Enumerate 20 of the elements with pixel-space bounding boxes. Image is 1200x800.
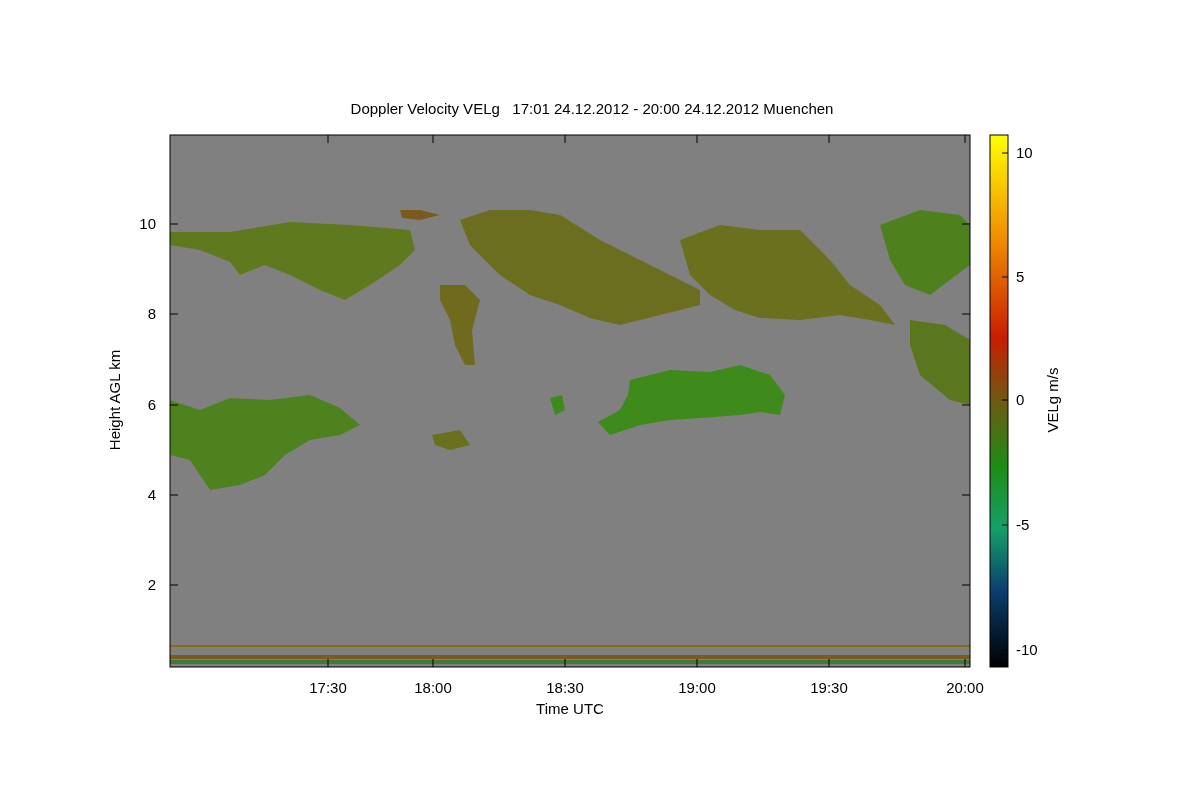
x-axis-label: Time UTC — [536, 700, 604, 717]
colorbar-tick-label: 5 — [1016, 268, 1025, 285]
colorbar-label: VELg m/s — [1044, 367, 1061, 433]
x-tick-label: 18:30 — [546, 679, 584, 696]
colorbar-tick-label: 10 — [1016, 144, 1033, 161]
chart-title: Doppler Velocity VELg 17:01 24.12.2012 - 20:00 24.12.2012 Muenchen — [350, 100, 834, 117]
x-tick-label: 18:00 — [414, 679, 452, 696]
y-tick-label: 10 — [139, 215, 156, 232]
y-tick-label: 6 — [147, 396, 156, 413]
y-tick-label: 2 — [147, 576, 156, 593]
x-tick-label: 19:30 — [810, 679, 848, 696]
x-tick-label: 19:00 — [678, 679, 716, 696]
y-tick-label: 4 — [147, 486, 156, 503]
colorbar-tick-label: 0 — [1016, 391, 1025, 408]
x-tick-label: 20:00 — [946, 679, 984, 696]
x-tick-label: 17:30 — [309, 679, 347, 696]
y-tick-label: 8 — [147, 305, 156, 322]
y-axis-label: Height AGL km — [106, 349, 123, 451]
colorbar-tick-label: -5 — [1016, 516, 1030, 533]
colorbar-tick-label: -10 — [1016, 641, 1038, 658]
